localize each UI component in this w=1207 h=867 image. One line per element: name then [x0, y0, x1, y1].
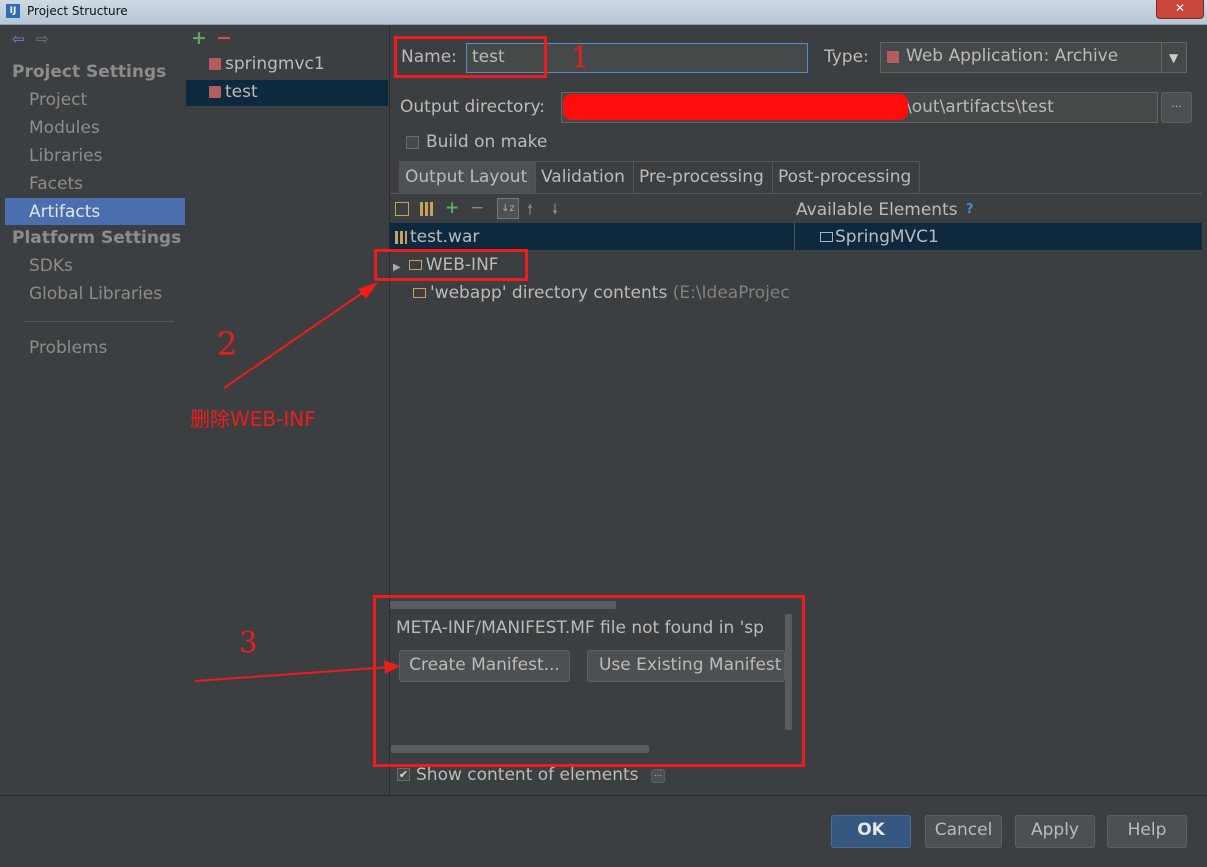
annotation-arrows [194, 282, 400, 682]
annotation-arrow-2 [223, 282, 378, 389]
annotation-arrow-3 [194, 660, 400, 682]
